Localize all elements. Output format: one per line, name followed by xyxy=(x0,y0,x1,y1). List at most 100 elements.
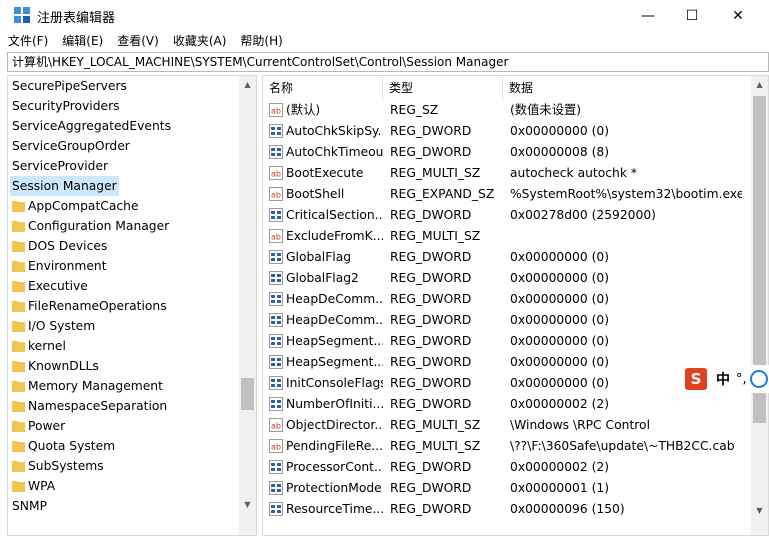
folder-icon xyxy=(12,261,25,272)
tree-item[interactable]: KnownDLLs xyxy=(8,356,240,376)
table-row[interactable]: ab (默认) REG_SZ (数值未设置) xyxy=(263,100,743,121)
value-type: REG_DWORD xyxy=(390,208,472,222)
scroll-up-arrow-icon[interactable]: ▲ xyxy=(751,76,768,93)
tree-item[interactable]: kernel xyxy=(8,336,240,356)
value-data: 0x00000000 (0) xyxy=(510,250,610,264)
scroll-down-arrow-icon[interactable]: ▼ xyxy=(239,496,256,513)
value-name: ProcessorCont... xyxy=(286,460,383,474)
minimize-button[interactable]: — xyxy=(625,0,671,31)
ime-emoji-icon[interactable] xyxy=(749,370,768,388)
scroll-up-arrow-icon[interactable]: ▲ xyxy=(239,76,256,93)
tree-item-label: Power xyxy=(28,419,66,433)
ime-punctuation[interactable]: °, xyxy=(736,372,747,387)
value-data: %SystemRoot%\system32\bootim.exe xyxy=(510,187,742,201)
table-row[interactable]: HeapSegment... REG_DWORD 0x00000000 (0) xyxy=(263,352,743,373)
tree-scrollbar-thumb[interactable] xyxy=(241,378,254,410)
tree-item[interactable]: I/O System xyxy=(8,316,240,336)
value-name: ProtectionMode xyxy=(286,481,382,495)
menu-bar: 文件(F) 编辑(E) 查看(V) 收藏夹(A) 帮助(H) xyxy=(0,31,769,52)
table-row[interactable]: ab BootShell REG_EXPAND_SZ %SystemRoot%\sys… xyxy=(263,184,743,205)
svg-text:ab: ab xyxy=(271,107,281,116)
column-header-type[interactable]: 类型 xyxy=(383,76,503,100)
table-row[interactable]: GlobalFlag REG_DWORD 0x00000000 (0) xyxy=(263,247,743,268)
table-row[interactable]: HeapDeComm... REG_DWORD 0x00000000 (0) xyxy=(263,310,743,331)
tree-item[interactable]: Memory Management xyxy=(8,376,240,396)
tree-item[interactable]: WPA xyxy=(8,476,240,496)
menu-help[interactable]: 帮助(H) xyxy=(234,31,288,52)
value-name: (默认) xyxy=(286,103,321,117)
value-data: 0x00000000 (0) xyxy=(510,124,610,138)
table-row[interactable]: GlobalFlag2 REG_DWORD 0x00000000 (0) xyxy=(263,268,743,289)
tree-item[interactable]: DOS Devices xyxy=(8,236,240,256)
value-name: BootExecute xyxy=(286,166,364,180)
tree-item[interactable]: Executive xyxy=(8,276,240,296)
folder-icon xyxy=(12,321,25,332)
table-row[interactable]: ProtectionMode REG_DWORD 0x00000001 (1) xyxy=(263,478,743,499)
tree-item[interactable]: SNMP xyxy=(8,496,240,516)
tree-item[interactable]: ServiceAggregatedEvents xyxy=(8,116,240,136)
folder-icon xyxy=(12,241,25,252)
tree-item[interactable]: AppCompatCache xyxy=(8,196,240,216)
title-bar[interactable]: 注册表编辑器 — ☐ ✕ xyxy=(0,0,769,31)
table-row[interactable]: HeapSegment... REG_DWORD 0x00000000 (0) xyxy=(263,331,743,352)
menu-favorites[interactable]: 收藏夹(A) xyxy=(167,31,233,52)
tree-item[interactable]: FileRenameOperations xyxy=(8,296,240,316)
string-value-icon: ab xyxy=(269,418,283,432)
close-button[interactable]: ✕ xyxy=(715,0,761,31)
binary-value-icon xyxy=(269,355,283,369)
table-row[interactable]: HeapDeComm... REG_DWORD 0x00000000 (0) xyxy=(263,289,743,310)
tree-item[interactable]: NamespaceSeparation xyxy=(8,396,240,416)
value-type: REG_DWORD xyxy=(390,376,472,390)
tree-item[interactable]: SecurityProviders xyxy=(8,96,240,116)
tree-item-label: Session Manager xyxy=(10,176,119,196)
value-name: HeapSegment... xyxy=(286,334,383,348)
folder-icon xyxy=(12,481,25,492)
menu-file[interactable]: 文件(F) xyxy=(2,31,54,52)
table-row[interactable]: ab BootExecute REG_MULTI_SZ autocheck autoc… xyxy=(263,163,743,184)
tree-item[interactable]: Quota System xyxy=(8,436,240,456)
table-row[interactable]: ResourceTime... REG_DWORD 0x00000096 (150) xyxy=(263,499,743,520)
tree-item[interactable]: ServiceProvider xyxy=(8,156,240,176)
tree-item-label: WPA xyxy=(28,479,56,493)
table-row[interactable]: AutoChkTimeout REG_DWORD 0x00000008 (8) xyxy=(263,142,743,163)
table-row[interactable]: InitConsoleFlags REG_DWORD 0x00000000 (0) xyxy=(263,373,743,394)
value-name: BootShell xyxy=(286,187,345,201)
tree-item[interactable]: Environment xyxy=(8,256,240,276)
value-name: NumberOfIniti... xyxy=(286,397,383,411)
tree-item[interactable]: Configuration Manager xyxy=(8,216,240,236)
table-row[interactable]: ab ExcludeFromK... REG_MULTI_SZ xyxy=(263,226,743,247)
tree-item[interactable]: Session Manager xyxy=(8,176,240,196)
values-list[interactable]: ResourceTime... REG_DWORD 0x00000096 (150)… xyxy=(262,75,769,536)
ime-mode[interactable]: 中 xyxy=(716,369,730,389)
menu-view[interactable]: 查看(V) xyxy=(111,31,165,52)
value-type: REG_EXPAND_SZ xyxy=(390,187,495,201)
folder-icon xyxy=(12,221,25,232)
value-name: HeapDeComm... xyxy=(286,313,383,327)
table-row[interactable]: CriticalSection... REG_DWORD 0x00278d00 (2… xyxy=(263,205,743,226)
registry-tree[interactable]: SNMP WPA SubSystems Quota System Power Namesp… xyxy=(7,75,257,536)
tree-scrollbar[interactable]: ▲ ▼ xyxy=(239,76,256,535)
window-title: 注册表编辑器 xyxy=(37,11,116,26)
table-row[interactable]: ProcessorCont... REG_DWORD 0x00000002 (2) xyxy=(263,457,743,478)
ime-indicator[interactable]: S 中 °, xyxy=(685,365,769,393)
tree-item[interactable]: SecurePipeServers xyxy=(8,76,240,96)
maximize-button[interactable]: ☐ xyxy=(669,0,715,31)
column-header-data[interactable]: 数据 xyxy=(503,76,753,100)
table-row[interactable]: AutoChkSkipSy... REG_DWORD 0x00000000 (0) xyxy=(263,121,743,142)
table-row[interactable]: ab ObjectDirector... REG_MULTI_SZ \Windows … xyxy=(263,415,743,436)
svg-text:ab: ab xyxy=(271,422,281,431)
tree-item[interactable]: SubSystems xyxy=(8,456,240,476)
list-scrollbar[interactable]: ▲ ▼ xyxy=(751,76,768,535)
value-name: AutoChkTimeout xyxy=(286,145,383,159)
menu-edit[interactable]: 编辑(E) xyxy=(56,31,109,52)
value-data: 0x00000000 (0) xyxy=(510,313,610,327)
table-row[interactable]: NumberOfIniti... REG_DWORD 0x00000002 (2) xyxy=(263,394,743,415)
address-bar[interactable]: 计算机\HKEY_LOCAL_MACHINE\SYSTEM\CurrentCon… xyxy=(7,52,769,72)
value-type: REG_DWORD xyxy=(390,481,472,495)
table-row[interactable]: ab PendingFileRe... REG_MULTI_SZ \??\F:\360… xyxy=(263,436,743,457)
tree-item[interactable]: ServiceGroupOrder xyxy=(8,136,240,156)
value-type: REG_DWORD xyxy=(390,145,472,159)
column-header-name[interactable]: 名称 xyxy=(263,76,383,100)
tree-item[interactable]: Power xyxy=(8,416,240,436)
scroll-down-arrow-icon[interactable]: ▼ xyxy=(751,502,768,519)
